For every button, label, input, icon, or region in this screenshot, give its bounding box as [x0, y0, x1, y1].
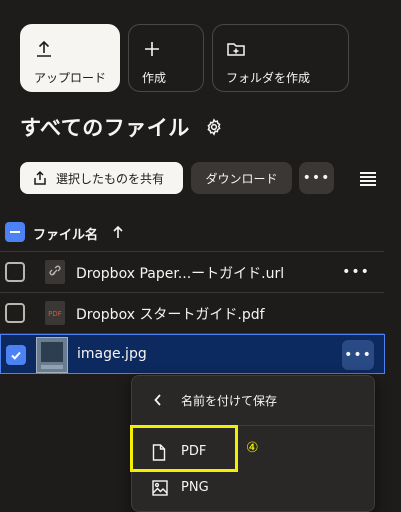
gear-icon[interactable] [205, 118, 223, 136]
row-checkbox[interactable] [5, 303, 25, 323]
menu-item-png-label: PNG [181, 480, 209, 495]
file-name[interactable]: Dropbox スタートガイド.pdf [76, 304, 265, 324]
download-button[interactable]: ダウンロード [191, 162, 292, 194]
row-more-button[interactable]: ••• [339, 260, 373, 284]
sort-ascending-icon[interactable] [112, 225, 124, 239]
row-more-button[interactable]: ••• [342, 340, 374, 370]
table-row[interactable]: PDF Dropbox スタートガイド.pdf [0, 293, 385, 333]
create-folder-tile[interactable]: フォルダを作成 [212, 24, 349, 92]
plus-icon [145, 42, 159, 56]
table-row-selected[interactable]: image.jpg ••• [0, 334, 385, 374]
download-label: ダウンロード [205, 171, 278, 186]
more-options-button[interactable]: ••• [299, 162, 334, 194]
page-title: すべてのファイル [20, 116, 190, 140]
row-checkbox-checked[interactable] [6, 345, 26, 365]
create-tile[interactable]: 作成 [128, 24, 204, 92]
row-checkbox[interactable] [5, 262, 25, 282]
image-thumbnail [36, 337, 68, 373]
list-view-icon[interactable] [358, 170, 378, 188]
share-selected-label: 選択したものを共有 [56, 171, 165, 186]
highlight-box [130, 425, 238, 472]
row-more-label: ••• [344, 347, 372, 363]
step-marker: ④ [246, 440, 259, 456]
table-header: ファイル名 [0, 215, 401, 251]
menu-back-label: 名前を付けて保存 [181, 394, 278, 408]
image-icon [152, 480, 168, 496]
check-icon [11, 351, 21, 360]
menu-item-png[interactable]: PNG [132, 470, 374, 506]
upload-icon [37, 40, 51, 57]
file-name[interactable]: Dropbox Paper...ートガイド.url [76, 263, 284, 283]
table-row[interactable]: Dropbox Paper...ートガイド.url ••• [0, 252, 385, 292]
file-name[interactable]: image.jpg [77, 346, 147, 362]
row-more-label: ••• [342, 264, 370, 280]
create-label: 作成 [142, 71, 167, 85]
more-options-label: ••• [302, 170, 331, 186]
share-selected-button[interactable]: 選択したものを共有 [20, 162, 183, 194]
menu-back-button[interactable]: 名前を付けて保存 [132, 376, 374, 424]
upload-tile[interactable]: アップロード [20, 24, 120, 92]
pdf-file-icon: PDF [45, 301, 65, 325]
link-file-icon [45, 260, 65, 284]
pdf-file-icon-text: PDF [48, 310, 62, 318]
new-folder-icon [227, 43, 245, 56]
upload-label: アップロード [34, 71, 107, 85]
share-icon [34, 170, 46, 185]
chevron-left-icon [154, 394, 161, 406]
create-folder-label: フォルダを作成 [226, 71, 311, 85]
select-all-checkbox[interactable] [5, 222, 25, 242]
column-header-filename[interactable]: ファイル名 [33, 224, 98, 243]
